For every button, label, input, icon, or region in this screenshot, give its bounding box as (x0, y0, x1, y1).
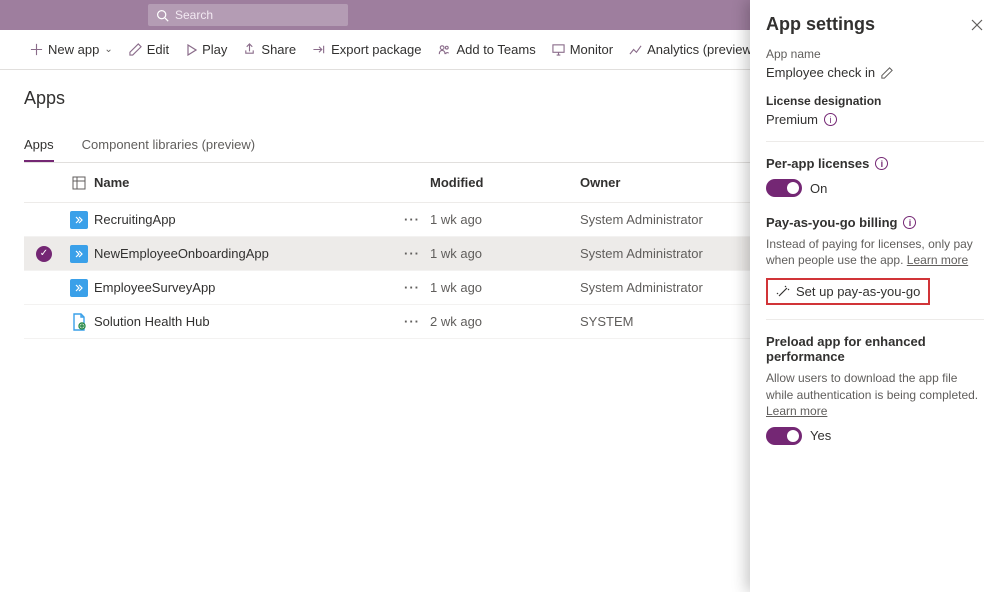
info-icon[interactable]: i (875, 157, 888, 170)
monitor-button[interactable]: Monitor (546, 38, 619, 61)
play-label: Play (202, 42, 227, 57)
preload-toggle[interactable] (766, 427, 802, 445)
document-icon (70, 313, 88, 331)
tab-component-libraries[interactable]: Component libraries (preview) (82, 131, 255, 162)
new-app-label: New app (48, 42, 99, 57)
row-name: Solution Health Hub (94, 314, 404, 329)
teams-icon (437, 43, 451, 56)
export-label: Export package (331, 42, 421, 57)
preload-title: Preload app for enhanced performance (766, 334, 984, 364)
info-icon[interactable]: i (824, 113, 837, 126)
share-icon (243, 43, 256, 56)
plus-icon (30, 43, 43, 56)
col-name[interactable]: Name (94, 175, 404, 190)
settings-panel: App settings App name Employee check in … (750, 0, 1000, 592)
analytics-label: Analytics (preview) (647, 42, 756, 57)
row-name: RecruitingApp (94, 212, 404, 227)
edit-button[interactable]: Edit (123, 38, 175, 61)
perapp-toggle[interactable] (766, 179, 802, 197)
panel-title: App settings (766, 14, 875, 35)
app-name-value: Employee check in (766, 65, 875, 80)
license-label: License designation (766, 94, 984, 108)
perapp-on-label: On (810, 181, 827, 196)
row-more-button[interactable]: ··· (404, 280, 430, 295)
col-modified[interactable]: Modified (430, 175, 580, 190)
search-icon (156, 9, 169, 22)
play-button[interactable]: Play (179, 38, 233, 61)
share-button[interactable]: Share (237, 38, 302, 61)
row-modified: 1 wk ago (430, 246, 580, 261)
export-button[interactable]: Export package (306, 38, 427, 61)
learn-more-link[interactable]: Learn more (766, 404, 827, 418)
play-icon (185, 44, 197, 56)
edit-label: Edit (147, 42, 169, 57)
edit-name-icon[interactable] (881, 67, 893, 79)
payg-title: Pay-as-you-go billing (766, 215, 897, 230)
row-modified: 2 wk ago (430, 314, 580, 329)
row-modified: 1 wk ago (430, 280, 580, 295)
row-more-button[interactable]: ··· (404, 314, 430, 329)
chevron-down-icon: ⌄ (104, 44, 112, 55)
wand-icon (776, 285, 790, 299)
selected-check-icon: ✓ (36, 246, 52, 262)
row-name: NewEmployeeOnboardingApp (94, 246, 404, 261)
monitor-label: Monitor (570, 42, 613, 57)
app-name-label: App name (766, 47, 984, 61)
row-more-button[interactable]: ··· (404, 212, 430, 227)
tab-apps[interactable]: Apps (24, 131, 54, 162)
row-name: EmployeeSurveyApp (94, 280, 404, 295)
app-tile-icon (70, 211, 88, 229)
search-input[interactable] (175, 8, 340, 22)
close-icon[interactable] (970, 18, 984, 32)
app-tile-icon (70, 279, 88, 297)
monitor-icon (552, 43, 565, 56)
payg-button-label: Set up pay-as-you-go (796, 284, 920, 299)
row-modified: 1 wk ago (430, 212, 580, 227)
grid-icon-header[interactable] (64, 176, 94, 190)
preload-desc: Allow users to download the app file whi… (766, 371, 978, 401)
analytics-button[interactable]: Analytics (preview) (623, 38, 762, 61)
app-tile-icon (70, 245, 88, 263)
setup-payg-button[interactable]: Set up pay-as-you-go (766, 278, 930, 305)
learn-more-link[interactable]: Learn more (907, 253, 968, 267)
analytics-icon (629, 43, 642, 56)
teams-label: Add to Teams (456, 42, 535, 57)
new-app-button[interactable]: New app ⌄ (24, 38, 119, 61)
perapp-title: Per-app licenses (766, 156, 869, 171)
row-more-button[interactable]: ··· (404, 246, 430, 261)
pencil-icon (129, 43, 142, 56)
info-icon[interactable]: i (903, 216, 916, 229)
export-icon (312, 43, 326, 56)
search-box[interactable] (148, 4, 348, 26)
preload-yes-label: Yes (810, 428, 831, 443)
share-label: Share (261, 42, 296, 57)
teams-button[interactable]: Add to Teams (431, 38, 541, 61)
license-value: Premium (766, 112, 818, 127)
